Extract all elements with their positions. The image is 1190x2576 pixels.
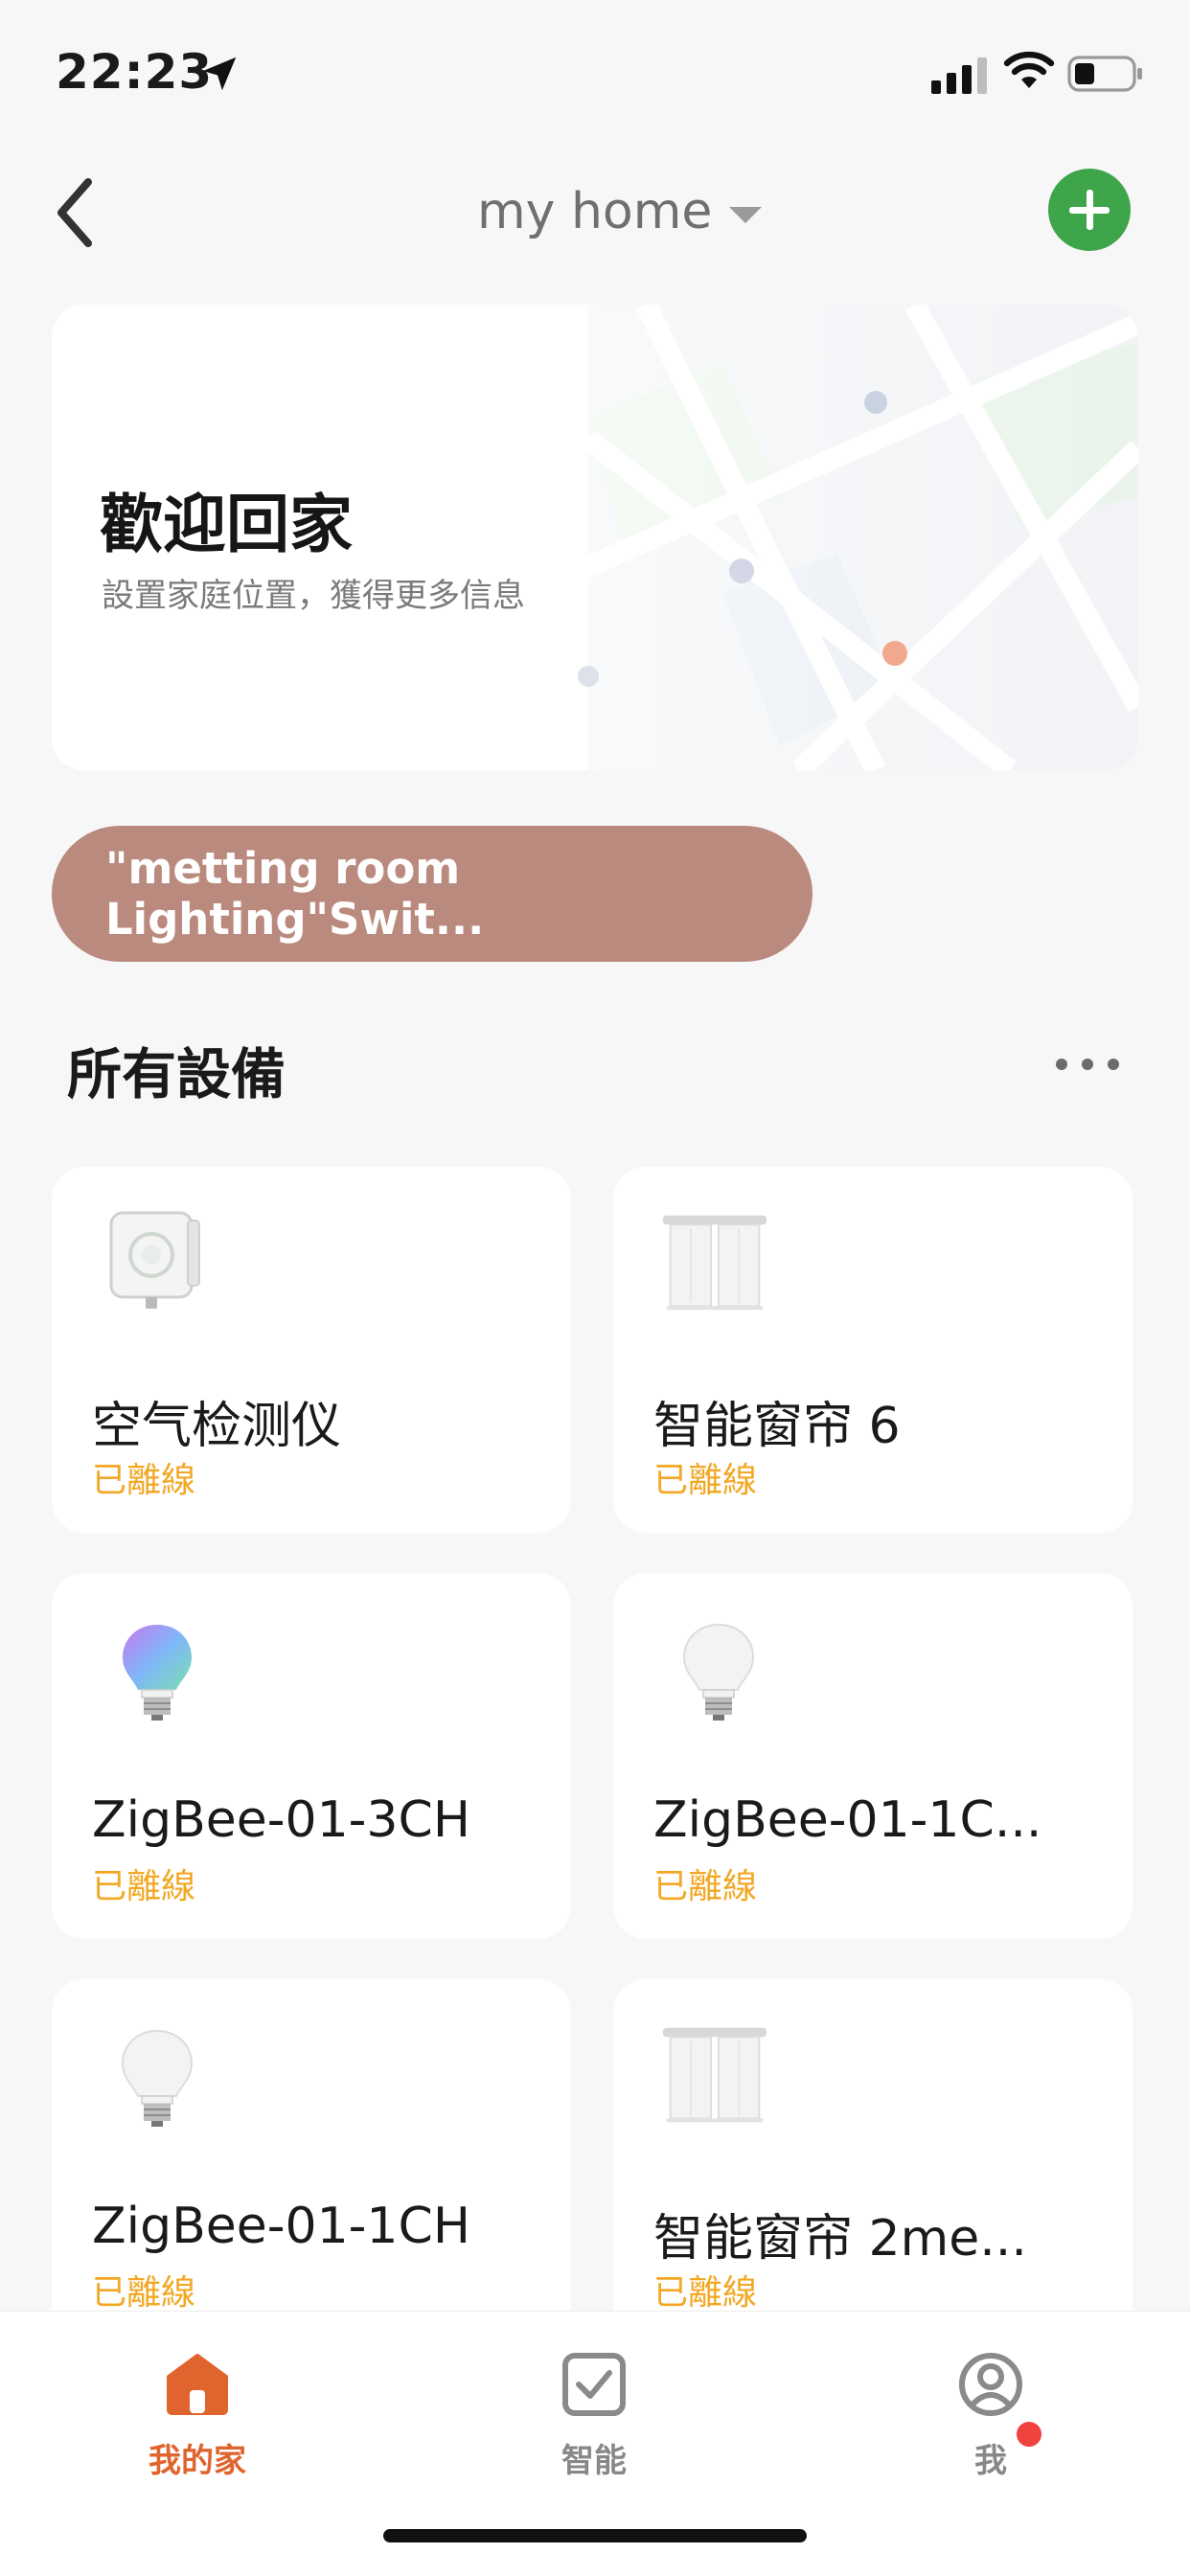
tab-my-home[interactable]: 我的家 xyxy=(102,2350,293,2481)
device-name: ZigBee-01-1CH xyxy=(92,2198,470,2255)
curtain-icon xyxy=(662,2027,767,2123)
cellular-signal-icon xyxy=(931,57,987,94)
home-indicator xyxy=(383,2529,807,2542)
device-status: 已離線 xyxy=(92,1461,196,1500)
device-name: ZigBee-01-1C... xyxy=(653,1791,1042,1849)
device-card-zigbee-1ch[interactable]: ZigBee-01-1CH 已離線 xyxy=(52,1979,571,2345)
devices-section-title: 所有設備 xyxy=(67,1043,286,1106)
device-card-air-detector[interactable]: 空气检测仪 已離線 xyxy=(52,1167,571,1533)
more-options-icon[interactable] xyxy=(1056,1048,1119,1081)
device-status: 已離線 xyxy=(653,2273,758,2313)
home-selector[interactable]: my home xyxy=(477,178,763,245)
curtain-icon xyxy=(662,1215,767,1311)
welcome-card[interactable]: 歡迎回家 設置家庭位置，獲得更多信息 xyxy=(52,305,1138,770)
tab-me[interactable]: 我 xyxy=(895,2350,1087,2481)
device-card-curtain-2me[interactable]: 智能窗帘 2me... 已離線 xyxy=(613,1979,1133,2345)
location-arrow-icon xyxy=(202,57,237,91)
notification-badge xyxy=(1014,2419,1044,2450)
tab-label: 我的家 xyxy=(149,2442,246,2480)
smart-checkbox-icon xyxy=(562,2353,626,2416)
add-device-button[interactable] xyxy=(1048,169,1131,251)
device-name: ZigBee-01-3CH xyxy=(92,1791,470,1849)
tab-label: 我 xyxy=(974,2442,1007,2480)
bulb-icon xyxy=(682,1623,755,1721)
status-time: 22:23 xyxy=(56,44,214,100)
device-status: 已離線 xyxy=(653,1461,758,1500)
welcome-title: 歡迎回家 xyxy=(100,488,353,561)
rgb-bulb-icon xyxy=(123,1625,192,1721)
device-name: 智能窗帘 2me... xyxy=(653,2210,1027,2268)
back-chevron-icon[interactable] xyxy=(46,174,103,251)
profile-icon xyxy=(959,2353,1022,2416)
device-status: 已離線 xyxy=(653,1867,758,1906)
home-icon xyxy=(167,2354,228,2415)
device-card-zigbee-1c[interactable]: ZigBee-01-1C... 已離線 xyxy=(613,1573,1133,1939)
wifi-icon xyxy=(1003,51,1055,88)
bulb-icon xyxy=(121,2029,194,2127)
scene-shortcut-button[interactable]: "metting room Lighting"Swit... xyxy=(52,826,812,962)
device-status: 已離線 xyxy=(92,2273,196,2313)
device-name: 智能窗帘 6 xyxy=(653,1398,901,1455)
battery-icon xyxy=(1067,56,1142,92)
device-card-curtain-6[interactable]: 智能窗帘 6 已離線 xyxy=(613,1167,1133,1533)
home-title: my home xyxy=(477,183,713,240)
device-status: 已離線 xyxy=(92,1867,196,1906)
device-name: 空气检测仪 xyxy=(92,1398,342,1455)
welcome-subtitle: 設置家庭位置，獲得更多信息 xyxy=(102,577,525,615)
device-card-zigbee-3ch[interactable]: ZigBee-01-3CH 已離線 xyxy=(52,1573,571,1939)
tab-smart[interactable]: 智能 xyxy=(498,2350,690,2481)
air-detector-icon xyxy=(109,1211,200,1309)
caret-down-icon xyxy=(729,206,763,223)
tab-label: 智能 xyxy=(561,2442,627,2480)
